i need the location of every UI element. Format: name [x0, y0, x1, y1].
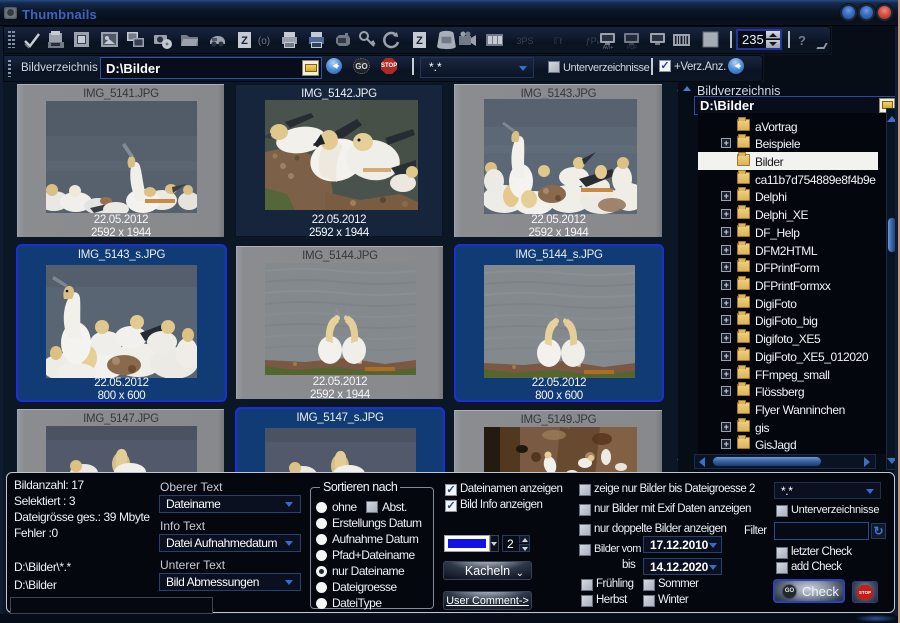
svg-text:PDF: PDF [627, 45, 637, 50]
svg-text:Z: Z [241, 35, 248, 47]
svg-text:Z: Z [416, 35, 423, 47]
svg-text:3PS: 3PS [516, 36, 533, 46]
svg-text:ℾℓ: ℾℓ [554, 36, 564, 46]
svg-text:(ο): (ο) [258, 36, 270, 47]
svg-text:?: ? [798, 33, 806, 48]
svg-text:AVI+: AVI+ [603, 45, 614, 50]
